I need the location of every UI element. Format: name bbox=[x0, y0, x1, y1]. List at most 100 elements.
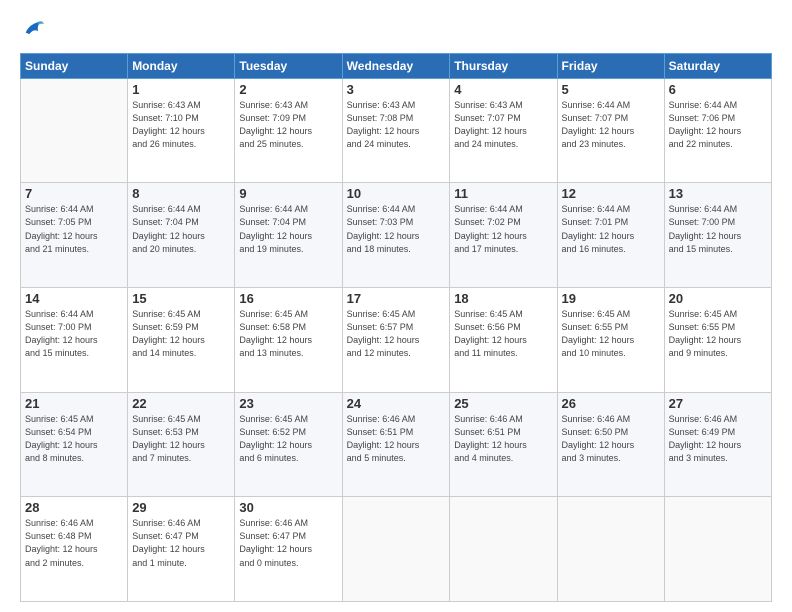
weekday-header-friday: Friday bbox=[557, 53, 664, 78]
calendar-week-2: 7 Sunrise: 6:44 AMSunset: 7:05 PMDaylight… bbox=[21, 183, 772, 288]
weekday-header-monday: Monday bbox=[128, 53, 235, 78]
calendar-cell: 1Sunrise: 6:43 AMSunset: 7:10 PMDaylight… bbox=[128, 78, 235, 183]
day-number: 6 bbox=[669, 82, 767, 97]
calendar-cell: 8 Sunrise: 6:44 AMSunset: 7:04 PMDaylight… bbox=[128, 183, 235, 288]
calendar-cell: 22 Sunrise: 6:45 AMSunset: 6:53 PMDayligh… bbox=[128, 392, 235, 497]
weekday-header-sunday: Sunday bbox=[21, 53, 128, 78]
day-number: 9 bbox=[239, 186, 337, 201]
calendar-week-5: 28Sunrise: 6:46 AMSunset: 6:48 PMDayligh… bbox=[21, 497, 772, 602]
day-info: Sunrise: 6:44 AMSunset: 7:04 PMDaylight:… bbox=[239, 203, 337, 255]
calendar-cell: 18 Sunrise: 6:45 AMSunset: 6:56 PMDayligh… bbox=[450, 288, 557, 393]
calendar-cell: 12 Sunrise: 6:44 AMSunset: 7:01 PMDayligh… bbox=[557, 183, 664, 288]
calendar-cell bbox=[342, 497, 450, 602]
calendar-cell: 20 Sunrise: 6:45 AMSunset: 6:55 PMDayligh… bbox=[664, 288, 771, 393]
day-info: Sunrise: 6:43 AMSunset: 7:09 PMDaylight:… bbox=[239, 99, 337, 151]
day-info: Sunrise: 6:46 AMSunset: 6:49 PMDaylight:… bbox=[669, 413, 767, 465]
calendar-cell: 25 Sunrise: 6:46 AMSunset: 6:51 PMDayligh… bbox=[450, 392, 557, 497]
day-info: Sunrise: 6:44 AMSunset: 7:07 PMDaylight:… bbox=[562, 99, 660, 151]
day-info: Sunrise: 6:45 AMSunset: 6:55 PMDaylight:… bbox=[562, 308, 660, 360]
calendar-cell: 14 Sunrise: 6:44 AMSunset: 7:00 PMDayligh… bbox=[21, 288, 128, 393]
logo bbox=[20, 18, 44, 45]
calendar-cell: 23 Sunrise: 6:45 AMSunset: 6:52 PMDayligh… bbox=[235, 392, 342, 497]
day-number: 23 bbox=[239, 396, 337, 411]
day-number: 29 bbox=[132, 500, 230, 515]
day-number: 14 bbox=[25, 291, 123, 306]
calendar-cell: 2 Sunrise: 6:43 AMSunset: 7:09 PMDaylight… bbox=[235, 78, 342, 183]
day-info: Sunrise: 6:44 AMSunset: 7:04 PMDaylight:… bbox=[132, 203, 230, 255]
day-number: 25 bbox=[454, 396, 552, 411]
day-number: 30 bbox=[239, 500, 337, 515]
day-number: 18 bbox=[454, 291, 552, 306]
calendar-cell: 26 Sunrise: 6:46 AMSunset: 6:50 PMDayligh… bbox=[557, 392, 664, 497]
weekday-header-thursday: Thursday bbox=[450, 53, 557, 78]
calendar-cell: 9 Sunrise: 6:44 AMSunset: 7:04 PMDaylight… bbox=[235, 183, 342, 288]
day-number: 15 bbox=[132, 291, 230, 306]
calendar-cell bbox=[21, 78, 128, 183]
page: SundayMondayTuesdayWednesdayThursdayFrid… bbox=[0, 0, 792, 612]
day-number: 20 bbox=[669, 291, 767, 306]
calendar-cell: 29 Sunrise: 6:46 AMSunset: 6:47 PMDayligh… bbox=[128, 497, 235, 602]
day-info: Sunrise: 6:45 AMSunset: 6:52 PMDaylight:… bbox=[239, 413, 337, 465]
calendar-week-3: 14 Sunrise: 6:44 AMSunset: 7:00 PMDayligh… bbox=[21, 288, 772, 393]
calendar-cell: 4 Sunrise: 6:43 AMSunset: 7:07 PMDaylight… bbox=[450, 78, 557, 183]
day-info: Sunrise: 6:44 AMSunset: 7:01 PMDaylight:… bbox=[562, 203, 660, 255]
day-number: 8 bbox=[132, 186, 230, 201]
calendar-cell: 15 Sunrise: 6:45 AMSunset: 6:59 PMDayligh… bbox=[128, 288, 235, 393]
header bbox=[20, 18, 772, 45]
day-number: 28 bbox=[25, 500, 123, 515]
day-info: Sunrise: 6:44 AMSunset: 7:02 PMDaylight:… bbox=[454, 203, 552, 255]
day-info: Sunrise: 6:45 AMSunset: 6:58 PMDaylight:… bbox=[239, 308, 337, 360]
day-number: 2 bbox=[239, 82, 337, 97]
day-info: Sunrise: 6:45 AMSunset: 6:53 PMDaylight:… bbox=[132, 413, 230, 465]
calendar-cell: 11 Sunrise: 6:44 AMSunset: 7:02 PMDayligh… bbox=[450, 183, 557, 288]
day-info: Sunrise: 6:46 AMSunset: 6:51 PMDaylight:… bbox=[454, 413, 552, 465]
day-number: 27 bbox=[669, 396, 767, 411]
day-number: 10 bbox=[347, 186, 446, 201]
day-info: Sunrise: 6:44 AMSunset: 7:05 PMDaylight:… bbox=[25, 203, 123, 255]
logo-text bbox=[20, 18, 44, 45]
calendar-week-4: 21Sunrise: 6:45 AMSunset: 6:54 PMDayligh… bbox=[21, 392, 772, 497]
calendar-cell bbox=[557, 497, 664, 602]
day-info: Sunrise: 6:44 AMSunset: 7:00 PMDaylight:… bbox=[25, 308, 123, 360]
day-number: 5 bbox=[562, 82, 660, 97]
day-number: 24 bbox=[347, 396, 446, 411]
day-number: 7 bbox=[25, 186, 123, 201]
calendar-cell bbox=[664, 497, 771, 602]
calendar-cell bbox=[450, 497, 557, 602]
day-number: 11 bbox=[454, 186, 552, 201]
calendar-cell: 21Sunrise: 6:45 AMSunset: 6:54 PMDayligh… bbox=[21, 392, 128, 497]
day-info: Sunrise: 6:43 AMSunset: 7:08 PMDaylight:… bbox=[347, 99, 446, 151]
day-number: 4 bbox=[454, 82, 552, 97]
day-info: Sunrise: 6:45 AMSunset: 6:57 PMDaylight:… bbox=[347, 308, 446, 360]
day-number: 22 bbox=[132, 396, 230, 411]
day-info: Sunrise: 6:44 AMSunset: 7:06 PMDaylight:… bbox=[669, 99, 767, 151]
weekday-header-saturday: Saturday bbox=[664, 53, 771, 78]
day-number: 13 bbox=[669, 186, 767, 201]
day-info: Sunrise: 6:46 AMSunset: 6:47 PMDaylight:… bbox=[239, 517, 337, 569]
day-info: Sunrise: 6:46 AMSunset: 6:47 PMDaylight:… bbox=[132, 517, 230, 569]
calendar-cell: 24 Sunrise: 6:46 AMSunset: 6:51 PMDayligh… bbox=[342, 392, 450, 497]
day-number: 21 bbox=[25, 396, 123, 411]
day-info: Sunrise: 6:46 AMSunset: 6:51 PMDaylight:… bbox=[347, 413, 446, 465]
day-info: Sunrise: 6:46 AMSunset: 6:50 PMDaylight:… bbox=[562, 413, 660, 465]
day-info: Sunrise: 6:45 AMSunset: 6:59 PMDaylight:… bbox=[132, 308, 230, 360]
weekday-header-row: SundayMondayTuesdayWednesdayThursdayFrid… bbox=[21, 53, 772, 78]
calendar-cell: 5 Sunrise: 6:44 AMSunset: 7:07 PMDaylight… bbox=[557, 78, 664, 183]
day-number: 3 bbox=[347, 82, 446, 97]
calendar-cell: 28Sunrise: 6:46 AMSunset: 6:48 PMDayligh… bbox=[21, 497, 128, 602]
calendar-cell: 16Sunrise: 6:45 AMSunset: 6:58 PMDayligh… bbox=[235, 288, 342, 393]
day-number: 1 bbox=[132, 82, 230, 97]
calendar-week-1: 1Sunrise: 6:43 AMSunset: 7:10 PMDaylight… bbox=[21, 78, 772, 183]
weekday-header-tuesday: Tuesday bbox=[235, 53, 342, 78]
day-info: Sunrise: 6:45 AMSunset: 6:56 PMDaylight:… bbox=[454, 308, 552, 360]
day-info: Sunrise: 6:44 AMSunset: 7:03 PMDaylight:… bbox=[347, 203, 446, 255]
logo-bird-icon bbox=[22, 18, 44, 40]
day-info: Sunrise: 6:43 AMSunset: 7:07 PMDaylight:… bbox=[454, 99, 552, 151]
calendar-table: SundayMondayTuesdayWednesdayThursdayFrid… bbox=[20, 53, 772, 602]
day-info: Sunrise: 6:45 AMSunset: 6:55 PMDaylight:… bbox=[669, 308, 767, 360]
day-number: 26 bbox=[562, 396, 660, 411]
calendar-cell: 7 Sunrise: 6:44 AMSunset: 7:05 PMDaylight… bbox=[21, 183, 128, 288]
calendar-cell: 17Sunrise: 6:45 AMSunset: 6:57 PMDayligh… bbox=[342, 288, 450, 393]
day-number: 12 bbox=[562, 186, 660, 201]
day-number: 19 bbox=[562, 291, 660, 306]
